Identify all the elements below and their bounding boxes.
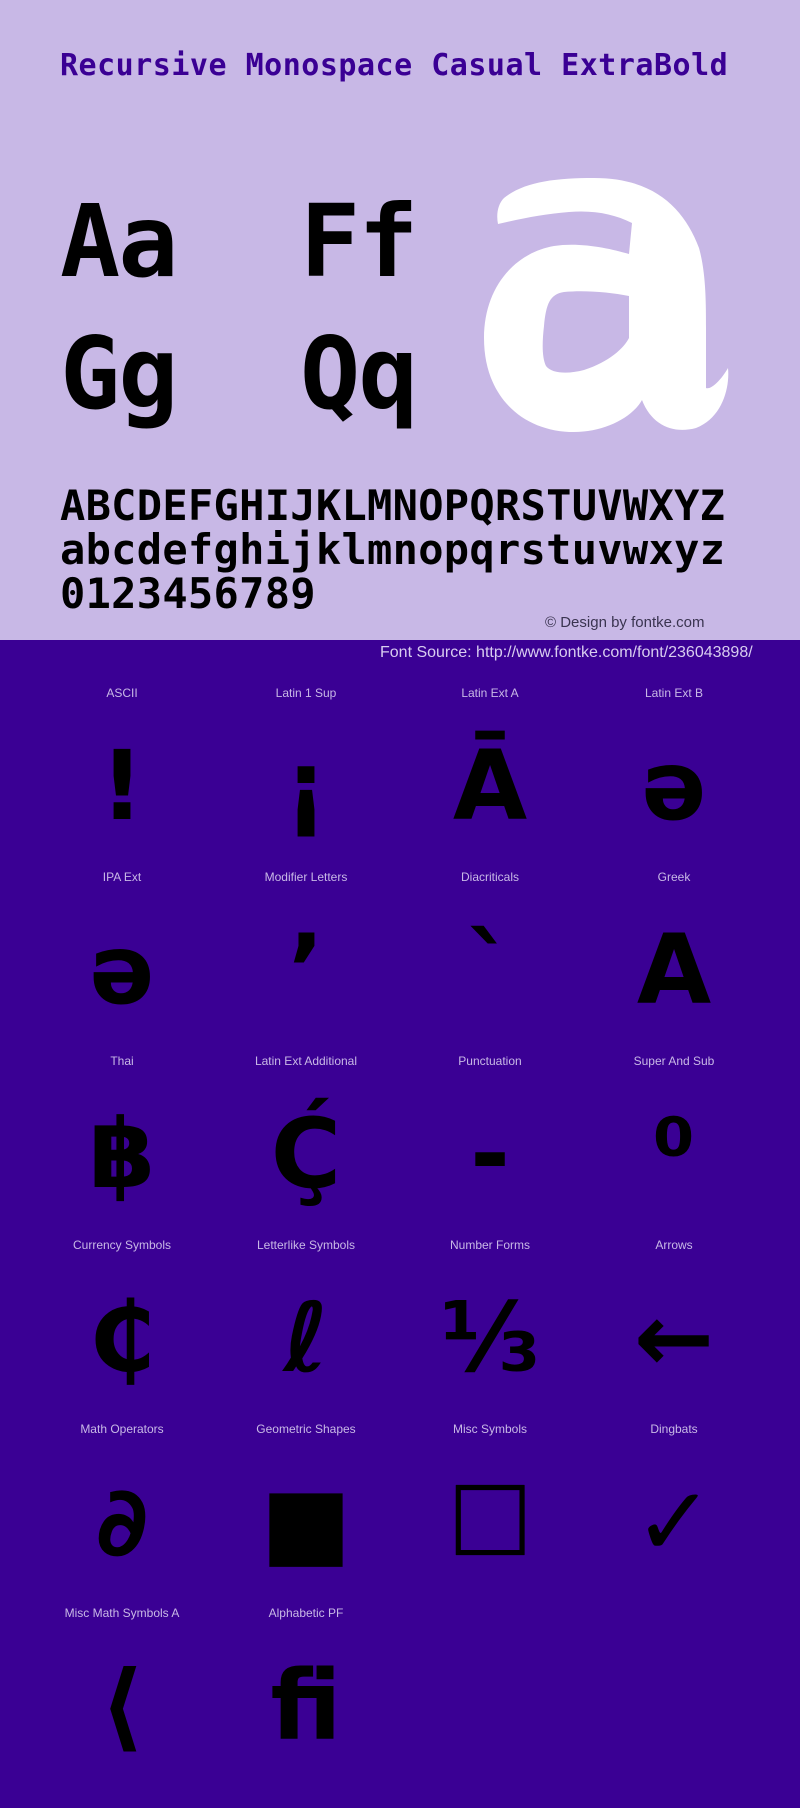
- block-label: Dingbats: [650, 1422, 698, 1436]
- block-cell: Modifier Letters ʼ: [214, 870, 398, 1054]
- block-cell: Diacriticals ˋ: [398, 870, 582, 1054]
- block-cell: Latin Ext B ə: [582, 686, 766, 870]
- font-source-link[interactable]: Font Source: http://www.fontke.com/font/…: [380, 644, 753, 662]
- block-label: Geometric Shapes: [256, 1422, 356, 1436]
- block-label: Number Forms: [449, 1238, 530, 1252]
- block-cell: Thai ฿: [30, 1054, 214, 1238]
- block-glyph: ʼ: [287, 914, 325, 1026]
- block-label: Diacriticals: [460, 870, 519, 884]
- block-glyph: ¡: [284, 730, 328, 842]
- block-glyph: ˋ: [466, 914, 514, 1026]
- block-label: Math Operators: [80, 1422, 164, 1436]
- block-cell: Punctuation ‐: [398, 1054, 582, 1238]
- alphabet-digits: 0123456789: [60, 569, 316, 618]
- block-label: Punctuation: [458, 1054, 522, 1068]
- block-glyph: ■: [260, 1466, 352, 1578]
- alphabet-block: ABCDEFGHIJKLMNOPQRSTUVWXYZ abcdefghijklmn…: [60, 484, 725, 616]
- block-glyph: ﬁ: [270, 1650, 342, 1762]
- block-glyph: ⟨: [100, 1650, 144, 1762]
- block-cell: IPA Ext ə: [30, 870, 214, 1054]
- block-label: Letterlike Symbols: [256, 1238, 356, 1252]
- block-cell: Greek Α: [582, 870, 766, 1054]
- sample-pair-qq: Qq: [300, 315, 418, 432]
- design-credit: © Design by fontke.com: [545, 614, 705, 631]
- block-cell: Alphabetic PF ﬁ: [214, 1606, 398, 1790]
- font-title: Recursive Monospace Casual ExtraBold: [60, 48, 729, 83]
- block-glyph: ə: [641, 730, 707, 842]
- block-glyph: ₵: [88, 1282, 156, 1394]
- block-glyph: Ḉ: [270, 1098, 342, 1210]
- block-glyph: ℓ: [283, 1282, 329, 1394]
- sample-pair-gg: Gg: [60, 315, 178, 432]
- block-cell: Currency Symbols ₵: [30, 1238, 214, 1422]
- block-cell: Arrows ←: [582, 1238, 766, 1422]
- block-label: Modifier Letters: [264, 870, 348, 884]
- block-glyph: Ā: [452, 730, 528, 842]
- block-label: Super And Sub: [633, 1054, 715, 1068]
- sample-pair-ff: Ff: [300, 183, 418, 300]
- block-glyph: ‐: [470, 1098, 510, 1210]
- big-glyph-a: [484, 178, 729, 432]
- block-cell: Super And Sub ⁰: [582, 1054, 766, 1238]
- block-glyph: ฿: [88, 1098, 156, 1210]
- block-glyph: ∂: [95, 1466, 149, 1578]
- block-cell: Geometric Shapes ■: [214, 1422, 398, 1606]
- block-label: Misc Math Symbols A: [64, 1606, 180, 1620]
- block-glyph: ⅓: [440, 1282, 540, 1394]
- block-cell: ASCII!: [30, 686, 214, 870]
- block-cell: Misc Math Symbols A ⟨: [30, 1606, 214, 1790]
- alphabet-lowercase: abcdefghijklmnopqrstuvwxyz: [60, 525, 726, 574]
- block-label: Latin Ext Additional: [254, 1054, 358, 1068]
- block-cell: Latin Ext Additional Ḉ: [214, 1054, 398, 1238]
- block-glyph: ⁰: [652, 1098, 696, 1210]
- block-cell: Math Operators ∂: [30, 1422, 214, 1606]
- alphabet-uppercase: ABCDEFGHIJKLMNOPQRSTUVWXYZ: [60, 481, 726, 530]
- block-cell: Letterlike Symbols ℓ: [214, 1238, 398, 1422]
- block-label: Greek: [657, 870, 691, 884]
- block-label: IPA Ext: [102, 870, 142, 884]
- sample-pair-aa: Aa: [60, 183, 178, 300]
- block-label: Latin 1 Sup: [275, 686, 337, 700]
- block-label: Thai: [110, 1054, 134, 1068]
- block-cell: Latin Ext A Ā: [398, 686, 582, 870]
- block-cell: Misc Symbols ☐: [398, 1422, 582, 1606]
- block-label: Alphabetic PF: [268, 1606, 344, 1620]
- block-glyph: ☐: [446, 1466, 534, 1578]
- block-label: ASCII: [106, 686, 138, 700]
- block-cell: Latin 1 Sup ¡: [214, 686, 398, 870]
- block-cell: Number Forms ⅓: [398, 1238, 582, 1422]
- block-glyph: ←: [633, 1282, 715, 1394]
- block-glyph: !: [100, 730, 144, 842]
- specimen-header-panel: Recursive Monospace Casual ExtraBold Aa …: [0, 0, 800, 640]
- block-glyph: ✓: [633, 1466, 715, 1578]
- block-label: Latin Ext A: [461, 686, 519, 700]
- block-glyph: ə: [89, 914, 155, 1026]
- block-label: Latin Ext B: [644, 686, 704, 700]
- block-glyph: Α: [636, 914, 712, 1026]
- block-label: Arrows: [655, 1238, 693, 1252]
- block-label: Misc Symbols: [452, 1422, 527, 1436]
- block-label: Currency Symbols: [72, 1238, 172, 1252]
- block-cell: Dingbats ✓: [582, 1422, 766, 1606]
